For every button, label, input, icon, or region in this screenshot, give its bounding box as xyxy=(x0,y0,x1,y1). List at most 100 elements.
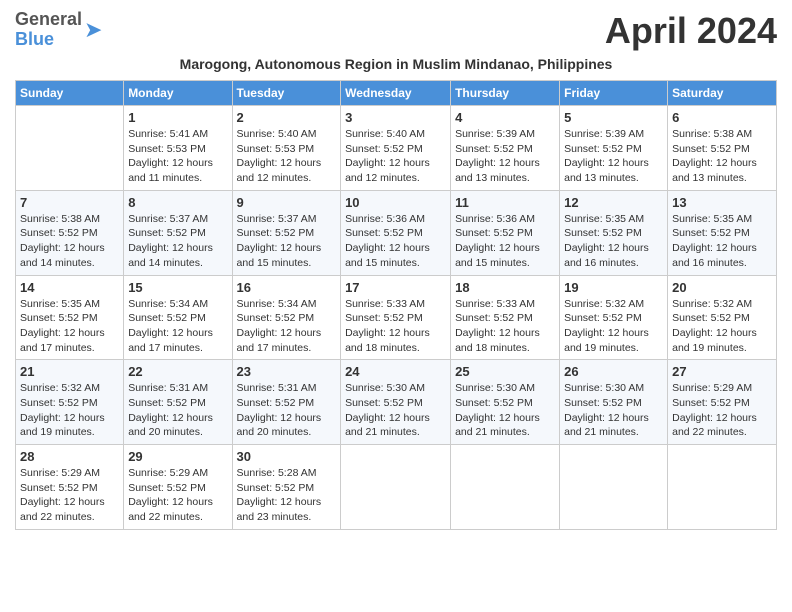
day-info: Sunrise: 5:35 AMSunset: 5:52 PMDaylight:… xyxy=(672,212,772,271)
day-info: Sunrise: 5:32 AMSunset: 5:52 PMDaylight:… xyxy=(564,297,663,356)
day-number: 15 xyxy=(128,280,227,295)
day-number: 29 xyxy=(128,449,227,464)
day-info: Sunrise: 5:33 AMSunset: 5:52 PMDaylight:… xyxy=(345,297,446,356)
calendar-cell: 29Sunrise: 5:29 AMSunset: 5:52 PMDayligh… xyxy=(124,445,232,530)
day-number: 5 xyxy=(564,110,663,125)
calendar-cell: 17 Sunrise: 5:33 AMSunset: 5:52 PMDayligh… xyxy=(341,275,451,360)
day-number: 2 xyxy=(237,110,337,125)
calendar-cell: 12 Sunrise: 5:35 AMSunset: 5:52 PMDayligh… xyxy=(560,190,668,275)
day-info: Sunrise: 5:35 AMSunset: 5:52 PMDaylight:… xyxy=(20,297,119,356)
calendar-cell: 11Sunrise: 5:36 AMSunset: 5:52 PMDayligh… xyxy=(451,190,560,275)
day-info: Sunrise: 5:40 AMSunset: 5:53 PMDaylight:… xyxy=(237,127,337,186)
day-info: Sunrise: 5:31 AMSunset: 5:52 PMDaylight:… xyxy=(128,381,227,440)
day-number: 17 xyxy=(345,280,446,295)
calendar-cell: 23 Sunrise: 5:31 AMSunset: 5:52 PMDayligh… xyxy=(232,360,341,445)
day-info: Sunrise: 5:37 AMSunset: 5:52 PMDaylight:… xyxy=(128,212,227,271)
day-number: 27 xyxy=(672,364,772,379)
column-header-sunday: Sunday xyxy=(16,81,124,106)
day-number: 8 xyxy=(128,195,227,210)
calendar-cell xyxy=(16,106,124,191)
day-info: Sunrise: 5:37 AMSunset: 5:52 PMDaylight:… xyxy=(237,212,337,271)
calendar-cell: 10 Sunrise: 5:36 AMSunset: 5:52 PMDayligh… xyxy=(341,190,451,275)
calendar-cell xyxy=(668,445,777,530)
column-header-wednesday: Wednesday xyxy=(341,81,451,106)
month-title: April 2024 xyxy=(605,10,777,52)
day-number: 13 xyxy=(672,195,772,210)
calendar-cell: 27 Sunrise: 5:29 AMSunset: 5:52 PMDayligh… xyxy=(668,360,777,445)
day-number: 24 xyxy=(345,364,446,379)
day-info: Sunrise: 5:33 AMSunset: 5:52 PMDaylight:… xyxy=(455,297,555,356)
day-number: 6 xyxy=(672,110,772,125)
calendar-cell: 26 Sunrise: 5:30 AMSunset: 5:52 PMDayligh… xyxy=(560,360,668,445)
calendar-cell: 9 Sunrise: 5:37 AMSunset: 5:52 PMDaylight… xyxy=(232,190,341,275)
day-info: Sunrise: 5:31 AMSunset: 5:52 PMDaylight:… xyxy=(237,381,337,440)
calendar-cell: 1 Sunrise: 5:41 AMSunset: 5:53 PMDaylight… xyxy=(124,106,232,191)
calendar-cell: 21Sunrise: 5:32 AMSunset: 5:52 PMDayligh… xyxy=(16,360,124,445)
day-info: Sunrise: 5:35 AMSunset: 5:52 PMDaylight:… xyxy=(564,212,663,271)
calendar-cell: 28 Sunrise: 5:29 AMSunset: 5:52 PMDayligh… xyxy=(16,445,124,530)
day-number: 22 xyxy=(128,364,227,379)
day-info: Sunrise: 5:30 AMSunset: 5:52 PMDaylight:… xyxy=(564,381,663,440)
calendar-cell: 7 Sunrise: 5:38 AMSunset: 5:52 PMDaylight… xyxy=(16,190,124,275)
day-info: Sunrise: 5:28 AMSunset: 5:52 PMDaylight:… xyxy=(237,466,337,525)
day-number: 28 xyxy=(20,449,119,464)
day-number: 10 xyxy=(345,195,446,210)
day-info: Sunrise: 5:32 AMSunset: 5:52 PMDaylight:… xyxy=(672,297,772,356)
calendar-cell: 4 Sunrise: 5:39 AMSunset: 5:52 PMDaylight… xyxy=(451,106,560,191)
day-info: Sunrise: 5:29 AMSunset: 5:52 PMDaylight:… xyxy=(20,466,119,525)
day-number: 20 xyxy=(672,280,772,295)
day-info: Sunrise: 5:39 AMSunset: 5:52 PMDaylight:… xyxy=(564,127,663,186)
day-number: 1 xyxy=(128,110,227,125)
calendar-cell: 5 Sunrise: 5:39 AMSunset: 5:52 PMDaylight… xyxy=(560,106,668,191)
column-header-thursday: Thursday xyxy=(451,81,560,106)
day-number: 14 xyxy=(20,280,119,295)
day-info: Sunrise: 5:30 AMSunset: 5:52 PMDaylight:… xyxy=(345,381,446,440)
day-number: 19 xyxy=(564,280,663,295)
calendar-cell: 19 Sunrise: 5:32 AMSunset: 5:52 PMDayligh… xyxy=(560,275,668,360)
day-number: 4 xyxy=(455,110,555,125)
day-number: 7 xyxy=(20,195,119,210)
calendar-cell: 22 Sunrise: 5:31 AMSunset: 5:52 PMDayligh… xyxy=(124,360,232,445)
page-header: General Blue ➤ April 2024 xyxy=(15,10,777,52)
day-number: 3 xyxy=(345,110,446,125)
logo-blue: Blue xyxy=(15,30,82,50)
day-info: Sunrise: 5:30 AMSunset: 5:52 PMDaylight:… xyxy=(455,381,555,440)
calendar-cell xyxy=(341,445,451,530)
column-header-saturday: Saturday xyxy=(668,81,777,106)
calendar-cell: 16 Sunrise: 5:34 AMSunset: 5:52 PMDayligh… xyxy=(232,275,341,360)
day-info: Sunrise: 5:34 AMSunset: 5:52 PMDaylight:… xyxy=(237,297,337,356)
day-number: 12 xyxy=(564,195,663,210)
calendar-cell xyxy=(560,445,668,530)
logo-bird-icon: ➤ xyxy=(84,17,102,43)
calendar-cell: 24 Sunrise: 5:30 AMSunset: 5:52 PMDayligh… xyxy=(341,360,451,445)
calendar-table: SundayMondayTuesdayWednesdayThursdayFrid… xyxy=(15,80,777,530)
day-info: Sunrise: 5:39 AMSunset: 5:52 PMDaylight:… xyxy=(455,127,555,186)
calendar-cell: 8 Sunrise: 5:37 AMSunset: 5:52 PMDaylight… xyxy=(124,190,232,275)
calendar-cell: 18Sunrise: 5:33 AMSunset: 5:52 PMDayligh… xyxy=(451,275,560,360)
day-info: Sunrise: 5:40 AMSunset: 5:52 PMDaylight:… xyxy=(345,127,446,186)
day-info: Sunrise: 5:34 AMSunset: 5:52 PMDaylight:… xyxy=(128,297,227,356)
calendar-cell: 6 Sunrise: 5:38 AMSunset: 5:52 PMDaylight… xyxy=(668,106,777,191)
day-number: 16 xyxy=(237,280,337,295)
logo: General Blue ➤ xyxy=(15,10,102,50)
calendar-cell: 25 Sunrise: 5:30 AMSunset: 5:52 PMDayligh… xyxy=(451,360,560,445)
day-number: 26 xyxy=(564,364,663,379)
day-info: Sunrise: 5:41 AMSunset: 5:53 PMDaylight:… xyxy=(128,127,227,186)
calendar-cell: 3 Sunrise: 5:40 AMSunset: 5:52 PMDaylight… xyxy=(341,106,451,191)
day-number: 30 xyxy=(237,449,337,464)
column-header-monday: Monday xyxy=(124,81,232,106)
calendar-cell: 2 Sunrise: 5:40 AMSunset: 5:53 PMDaylight… xyxy=(232,106,341,191)
day-info: Sunrise: 5:38 AMSunset: 5:52 PMDaylight:… xyxy=(672,127,772,186)
calendar-cell xyxy=(451,445,560,530)
day-number: 9 xyxy=(237,195,337,210)
calendar-cell: 13 Sunrise: 5:35 AMSunset: 5:52 PMDayligh… xyxy=(668,190,777,275)
calendar-cell: 14 Sunrise: 5:35 AMSunset: 5:52 PMDayligh… xyxy=(16,275,124,360)
day-number: 25 xyxy=(455,364,555,379)
day-info: Sunrise: 5:29 AMSunset: 5:52 PMDaylight:… xyxy=(672,381,772,440)
day-info: Sunrise: 5:38 AMSunset: 5:52 PMDaylight:… xyxy=(20,212,119,271)
day-number: 23 xyxy=(237,364,337,379)
day-info: Sunrise: 5:36 AMSunset: 5:52 PMDaylight:… xyxy=(345,212,446,271)
day-number: 11 xyxy=(455,195,555,210)
calendar-cell: 15 Sunrise: 5:34 AMSunset: 5:52 PMDayligh… xyxy=(124,275,232,360)
column-header-friday: Friday xyxy=(560,81,668,106)
